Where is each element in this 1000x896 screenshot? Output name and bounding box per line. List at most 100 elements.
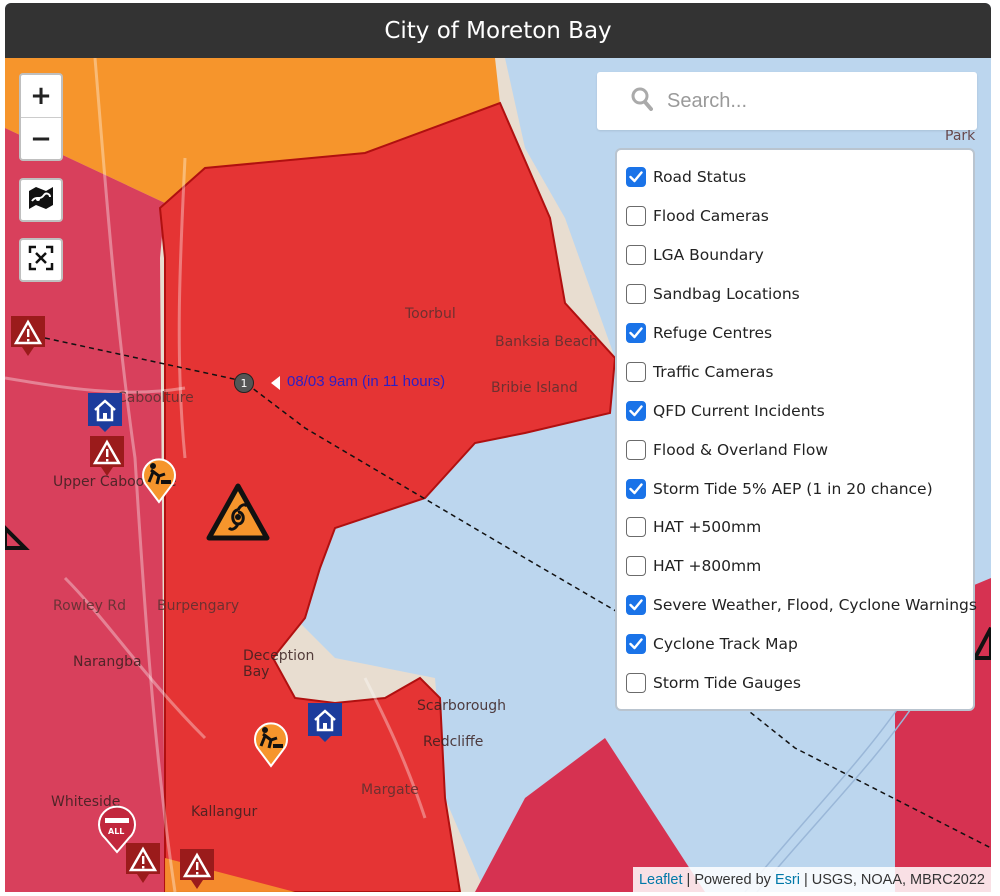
place-margate: Margate (361, 782, 419, 798)
road-rowley-rd: Rowley Rd (53, 598, 126, 614)
checkbox-unchecked[interactable] (626, 517, 646, 538)
place-banksia-beach: Banksia Beach (495, 334, 598, 350)
warning-marker[interactable] (8, 313, 48, 363)
checkbox-unchecked[interactable] (626, 439, 646, 460)
tooltip-arrow (271, 376, 280, 390)
road-closed-icon (97, 805, 137, 858)
checkbox-unchecked[interactable] (626, 361, 646, 382)
road-label: Burpengary (157, 598, 240, 614)
roadwork-marker[interactable] (139, 454, 179, 508)
layer-toggle[interactable]: HAT +500mm (617, 508, 973, 547)
checkbox-unchecked[interactable] (626, 556, 646, 577)
checkbox-checked[interactable] (626, 167, 646, 188)
place-deception-bay: Deception Bay (243, 648, 315, 680)
place-caboolture: Caboolture (117, 390, 194, 406)
layer-toggle[interactable]: Cyclone Track Map (617, 625, 973, 664)
checkmark-icon (629, 171, 643, 183)
warning-triangle-icon (8, 316, 48, 363)
layer-label: Traffic Cameras (653, 362, 774, 381)
layer-label: QFD Current Incidents (653, 401, 825, 420)
layer-label: Road Status (653, 168, 747, 187)
layer-toggle[interactable]: Road Status (617, 158, 973, 197)
road-closed-text: ALL (108, 827, 125, 836)
checkbox-unchecked[interactable] (626, 673, 646, 694)
search-box (597, 72, 977, 130)
place-toorbul: Toorbul (405, 306, 456, 322)
refuge-centre-marker[interactable] (85, 390, 125, 438)
place-scarborough: Scarborough (417, 698, 507, 714)
layer-toggle[interactable]: Traffic Cameras (617, 352, 973, 391)
layer-toggle[interactable]: Flood Cameras (617, 197, 973, 236)
place-redcliffe: Redcliffe (423, 734, 484, 750)
layer-toggle[interactable]: HAT +800mm (617, 547, 973, 586)
attribution-sources: | USGS, NOAA, MBRC2022 (799, 871, 985, 888)
checkmark-icon (629, 482, 643, 494)
checkbox-checked[interactable] (626, 478, 646, 499)
layer-toggle[interactable]: QFD Current Incidents (617, 391, 973, 430)
checkmark-icon (629, 599, 643, 611)
layer-toggle[interactable]: Flood & Overland Flow (617, 430, 973, 469)
house-icon (305, 703, 345, 748)
warning-triangle-icon (177, 849, 217, 892)
map-viewport[interactable]: Upper Caboolture Narangba Whiteside Kall… (5, 58, 991, 892)
search-input[interactable] (665, 88, 969, 114)
warning-triangle-icon (87, 436, 127, 483)
attribution: Leaflet | Powered by Esri | USGS, NOAA, … (632, 867, 991, 892)
zoom-in-button[interactable]: + (21, 75, 61, 117)
place-bribie-island: Bribie Island (491, 380, 578, 396)
layer-label: Severe Weather, Flood, Cyclone Warnings (653, 596, 977, 615)
cyclone-icon (205, 483, 271, 546)
checkbox-checked[interactable] (626, 323, 646, 343)
refuge-centre-marker[interactable] (305, 700, 345, 748)
warning-triangle-icon (123, 843, 163, 890)
roadwork-marker[interactable] (251, 718, 291, 772)
checkbox-unchecked[interactable] (626, 245, 646, 266)
checkbox-unchecked[interactable] (626, 284, 646, 305)
leaflet-link[interactable]: Leaflet (639, 872, 683, 888)
layer-label: LGA Boundary (653, 246, 764, 265)
checkmark-icon (629, 405, 643, 416)
map-switch-icon (26, 183, 56, 217)
layer-label: Sandbag Locations (653, 285, 800, 304)
checkbox-checked[interactable] (626, 400, 646, 421)
roadwork-icon (139, 458, 179, 508)
basemap-switch-button[interactable] (19, 178, 63, 222)
layer-label: Refuge Centres (653, 324, 773, 342)
layer-label: Flood Cameras (653, 207, 769, 226)
road-closed-marker[interactable]: ALL (97, 804, 137, 858)
layer-toggle[interactable]: Storm Tide 5% AEP (1 in 20 chance) (617, 469, 973, 508)
layer-label: Storm Tide Gauges (653, 674, 801, 693)
layer-toggle[interactable]: Storm Tide Gauges (617, 664, 973, 703)
checkbox-checked[interactable] (626, 634, 646, 655)
checkbox-checked[interactable] (626, 595, 646, 616)
app-frame: City of Moreton Bay Upper Caboolture Nar… (5, 3, 991, 892)
place-narangba: Narangba (73, 654, 142, 670)
checkmark-icon (629, 638, 643, 650)
layer-label: Cyclone Track Map (653, 635, 798, 654)
checkbox-unchecked[interactable] (626, 206, 646, 227)
zoom-out-button[interactable]: − (21, 117, 61, 160)
search-icon (631, 87, 653, 115)
cyclone-track-point[interactable]: 1 (234, 373, 254, 393)
fullscreen-icon (27, 244, 55, 276)
cyclone-marker[interactable] (205, 482, 271, 546)
layer-toggle[interactable]: Severe Weather, Flood, Cyclone Warnings (617, 586, 977, 625)
roadwork-icon (251, 722, 291, 772)
checkmark-icon (629, 327, 643, 339)
warning-marker[interactable] (177, 846, 217, 892)
place-park: Park (945, 128, 976, 144)
esri-link[interactable]: Esri (775, 872, 800, 888)
layer-toggle[interactable]: LGA Boundary (617, 236, 973, 275)
layers-panel: Road Status Flood Cameras LGA Boundary Sand… (615, 148, 977, 711)
house-icon (85, 393, 125, 438)
layer-toggle[interactable]: Sandbag Locations (617, 275, 973, 314)
layer-label: HAT +500mm (653, 518, 762, 537)
place-kallangur: Kallangur (191, 804, 258, 820)
header-title: City of Moreton Bay (5, 3, 991, 58)
fullscreen-button[interactable] (19, 238, 63, 282)
layer-label: HAT +800mm (653, 557, 762, 576)
zoom-control: + − (19, 73, 63, 161)
layer-toggle[interactable]: Refuge Centres (617, 314, 973, 353)
warning-marker[interactable] (87, 433, 127, 483)
layer-label: Storm Tide 5% AEP (1 in 20 chance) (653, 479, 933, 498)
